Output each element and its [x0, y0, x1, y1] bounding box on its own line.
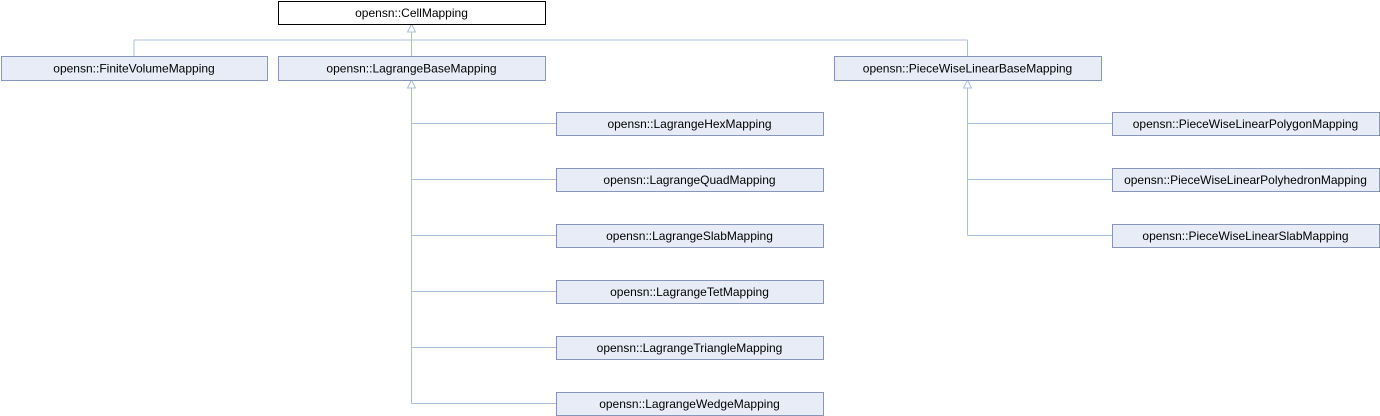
class-node-lagrange-quad[interactable]: opensn::LagrangeQuadMapping	[556, 168, 824, 192]
class-name-label: opensn::PieceWiseLinearSlabMapping	[1142, 229, 1348, 243]
class-name-label: opensn::LagrangeHexMapping	[607, 117, 771, 131]
class-name-label: opensn::LagrangeTetMapping	[610, 285, 769, 299]
class-node-lagrange-tet[interactable]: opensn::LagrangeTetMapping	[556, 280, 824, 304]
class-name-label: opensn::LagrangeBaseMapping	[326, 62, 496, 76]
class-name-label: opensn::PieceWiseLinearPolygonMapping	[1133, 117, 1358, 131]
class-name-label: opensn::LagrangeTriangleMapping	[597, 341, 783, 355]
class-node-finite-volume[interactable]: opensn::FiniteVolumeMapping	[1, 56, 268, 81]
inheritance-arrow-cell-mapping	[406, 22, 417, 33]
class-name-label: opensn::PieceWiseLinearBaseMapping	[863, 62, 1072, 76]
class-node-lagrange-hex[interactable]: opensn::LagrangeHexMapping	[556, 112, 824, 136]
class-node-lagrange-slab[interactable]: opensn::LagrangeSlabMapping	[556, 224, 824, 248]
class-node-lagrange-wedge[interactable]: opensn::LagrangeWedgeMapping	[556, 392, 824, 416]
class-name-label: opensn::LagrangeQuadMapping	[603, 173, 775, 187]
class-node-cell-mapping[interactable]: opensn::CellMapping	[278, 1, 546, 25]
class-node-pwl-polyhedron[interactable]: opensn::PieceWiseLinearPolyhedronMapping	[1112, 168, 1380, 192]
class-name-label: opensn::FiniteVolumeMapping	[53, 62, 214, 76]
class-node-lagrange-base[interactable]: opensn::LagrangeBaseMapping	[278, 56, 546, 81]
class-node-lagrange-triangle[interactable]: opensn::LagrangeTriangleMapping	[556, 336, 824, 360]
class-name-label: opensn::PieceWiseLinearPolyhedronMapping	[1124, 173, 1367, 187]
inheritance-arrow-lagrange_base	[406, 78, 417, 89]
class-node-pwl-polygon[interactable]: opensn::PieceWiseLinearPolygonMapping	[1112, 112, 1380, 136]
class-name-label: opensn::CellMapping	[355, 6, 468, 20]
class-name-label: opensn::LagrangeWedgeMapping	[599, 397, 780, 411]
class-node-pwl-slab[interactable]: opensn::PieceWiseLinearSlabMapping	[1112, 224, 1380, 248]
inheritance-arrow-pwl_base	[962, 78, 973, 89]
class-node-pwl-base[interactable]: opensn::PieceWiseLinearBaseMapping	[834, 56, 1102, 81]
class-nodes: opensn::CellMappingopensn::FiniteVolumeM…	[1, 1, 1380, 416]
class-name-label: opensn::LagrangeSlabMapping	[606, 229, 773, 243]
inheritance-diagram: opensn::CellMappingopensn::FiniteVolumeM…	[1, 1, 1380, 416]
